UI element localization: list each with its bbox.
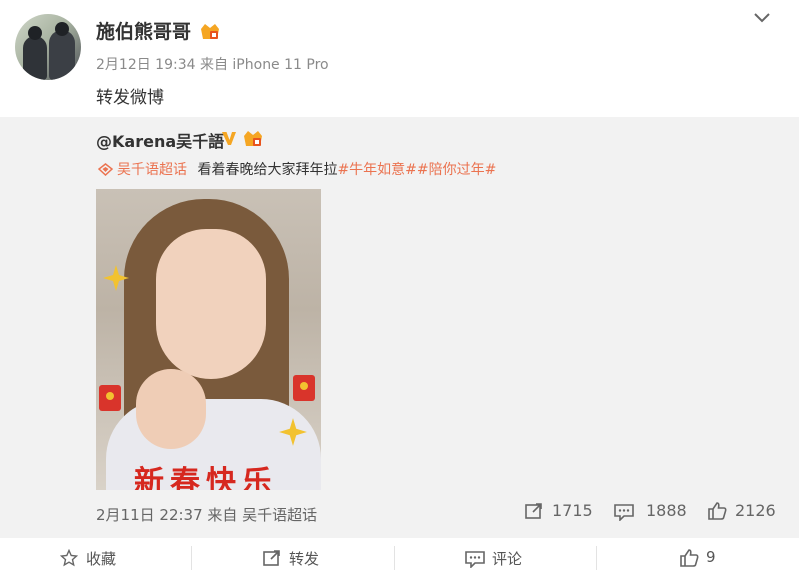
retweet-footer-meta: 2月11日 22:37 来自 吴千语超话 [96,506,318,524]
comment-icon[interactable] [613,503,635,521]
supertopic-link[interactable]: 吴千语超话 [117,162,187,178]
member-crown-icon [244,131,262,146]
thumbs-up-icon[interactable] [679,548,699,568]
supertopic-diamond-icon [97,163,114,177]
retweet-body: 看着春晚给大家拜年拉 [197,162,338,178]
retweet-photo[interactable]: 新春快乐 [96,189,321,490]
thumbs-up-icon[interactable] [707,501,727,521]
comment-button[interactable]: 评论 [492,548,522,569]
retweet-author[interactable]: @Karena吴千語 [96,128,224,152]
retweet-text: 吴千语超话 看着春晚给大家拜年拉#牛年如意##陪你过年# [97,159,496,179]
repost-button[interactable]: 转发 [289,548,319,569]
comment-icon[interactable] [464,550,486,568]
divider [191,546,192,570]
post-text: 转发微博 [96,88,164,108]
favorite-button[interactable]: 收藏 [86,548,116,569]
divider [596,546,597,570]
repost-count[interactable]: 1715 [552,501,593,520]
author-name[interactable]: 施伯熊哥哥 [96,17,191,44]
member-crown-icon [201,24,219,39]
red-envelope-icon [293,375,315,401]
star-icon[interactable] [60,549,78,567]
photo-greeting: 新春快乐 [134,465,278,490]
divider [394,546,395,570]
avatar[interactable] [15,14,81,80]
chevron-down-icon[interactable] [752,10,772,26]
like-count[interactable]: 2126 [735,501,776,520]
sparkle-decoration-icon [103,265,129,291]
sparkle-decoration-icon [279,418,307,446]
repost-icon[interactable] [524,502,544,520]
verified-v-icon [222,132,236,145]
hashtag-links[interactable]: #牛年如意##陪你过年# [337,162,496,178]
action-bar: 收藏 转发 评论 9 [0,538,799,577]
like-button-count[interactable]: 9 [706,548,716,566]
retweet-card[interactable]: @Karena吴千語 吴千语超话 看着春晚给大家拜年拉#牛年如意##陪你过年# [0,117,799,538]
red-envelope-icon [99,385,121,411]
comment-count[interactable]: 1888 [646,501,687,520]
repost-icon[interactable] [262,549,282,567]
post-meta: 2月12日 19:34 来自 iPhone 11 Pro [96,57,329,73]
